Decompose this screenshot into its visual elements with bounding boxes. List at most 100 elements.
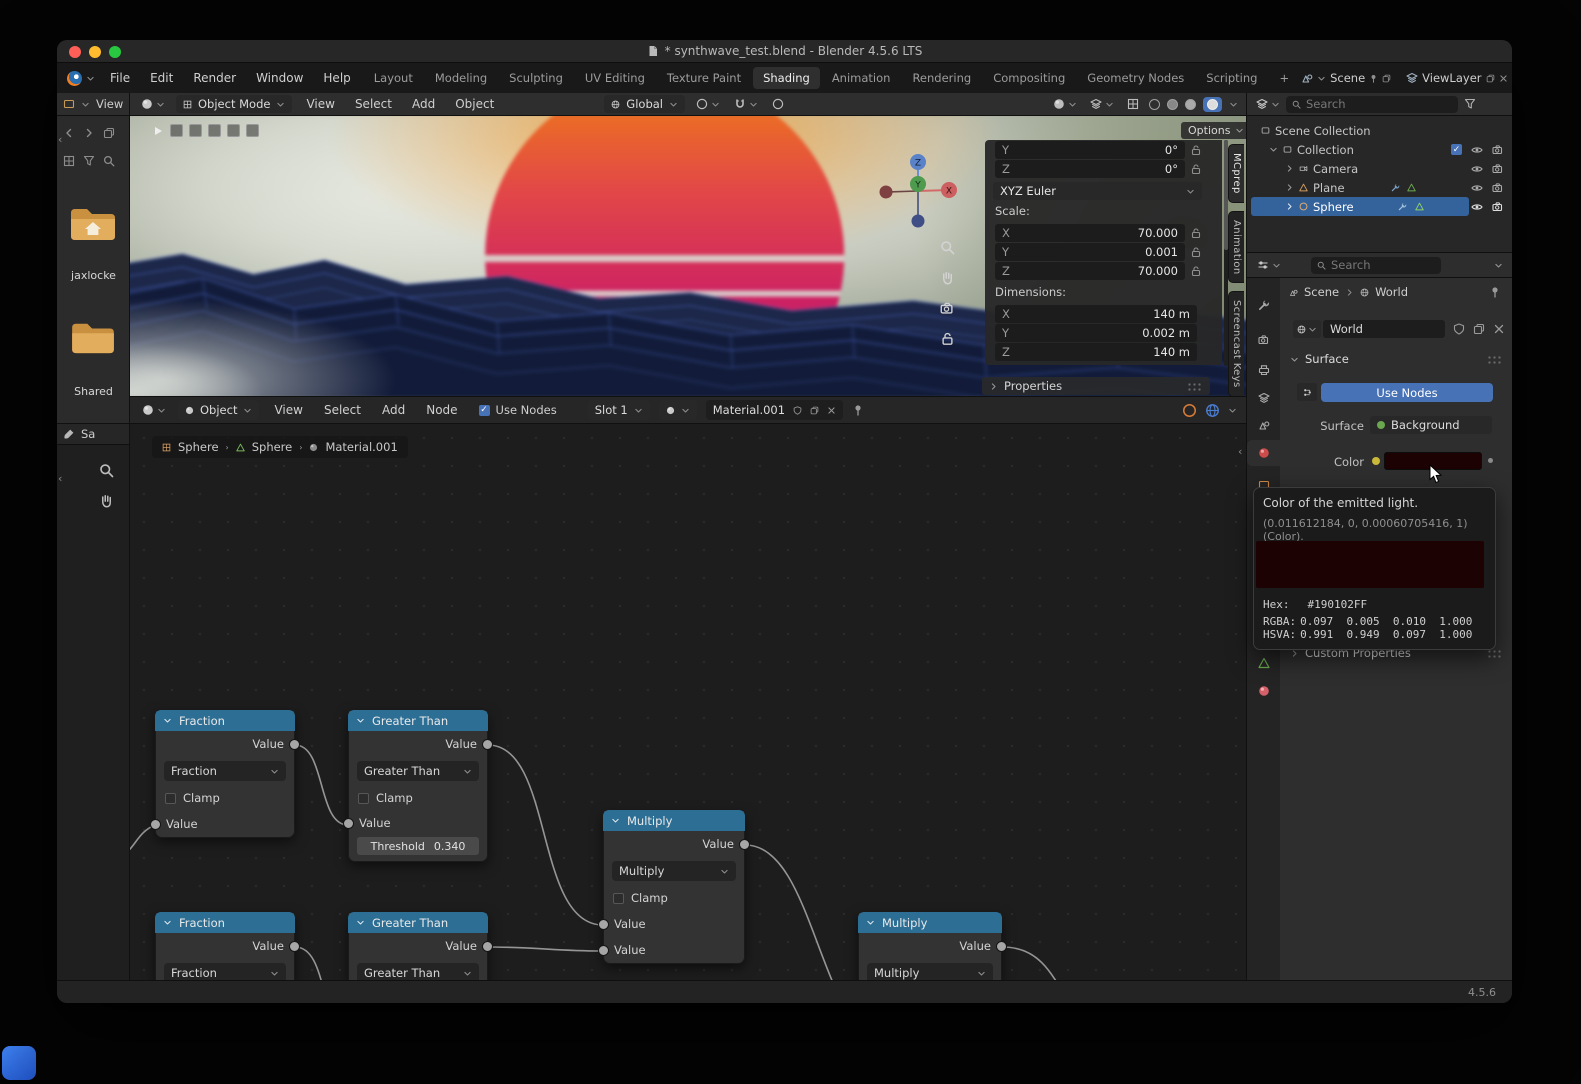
material-browse-dropdown[interactable] [659, 400, 697, 420]
clamp-checkbox[interactable] [613, 893, 624, 904]
region-collapse-icon[interactable]: ‹ [58, 472, 62, 485]
fake-user-shield-icon[interactable] [793, 406, 802, 415]
operation-dropdown[interactable]: Fraction [164, 963, 286, 980]
output-socket[interactable] [289, 739, 300, 750]
use-nodes-button[interactable]: Use Nodes [1321, 383, 1493, 402]
select-subtract-icon[interactable] [208, 124, 221, 137]
menu-help[interactable]: Help [314, 68, 359, 88]
outliner-search-input[interactable] [1306, 97, 1452, 111]
lock-icon[interactable] [1190, 227, 1202, 239]
select-invert-icon[interactable] [227, 124, 240, 137]
drag-grip-icon[interactable] [1487, 355, 1503, 364]
surface-panel-header[interactable]: Surface [1290, 352, 1503, 366]
node-header[interactable]: Fraction [155, 912, 295, 933]
menu-edit[interactable]: Edit [141, 68, 182, 88]
viewlayer-selector[interactable]: ViewLayer [1406, 71, 1507, 85]
expand-icon[interactable] [1285, 164, 1294, 173]
workspace-tab-compositing[interactable]: Compositing [983, 67, 1075, 89]
disable-render-icon[interactable] [1492, 201, 1504, 213]
scale-x-field[interactable]: X 70.000 [995, 224, 1185, 242]
workspace-tab-shading[interactable]: Shading [753, 67, 820, 89]
pin-scene-icon[interactable] [1369, 74, 1378, 83]
rotation-z-field[interactable]: Z 0° [995, 160, 1185, 178]
workspace-tab-sculpting[interactable]: Sculpting [499, 67, 573, 89]
brush-icon[interactable] [63, 428, 75, 440]
output-socket[interactable] [482, 941, 493, 952]
shader-type-dropdown[interactable]: Object [178, 400, 259, 420]
minimize-window-button[interactable] [89, 46, 101, 58]
tab-view-layer[interactable] [1247, 385, 1280, 411]
dimension-z-field[interactable]: Z 140 m [995, 343, 1197, 361]
output-socket[interactable] [482, 739, 493, 750]
viewport-lock-icon[interactable] [940, 331, 955, 346]
tab-world[interactable] [1247, 440, 1280, 466]
display-grid-icon[interactable] [63, 155, 75, 167]
world-browse-dropdown[interactable] [1293, 320, 1321, 338]
outliner-row-scene-collection[interactable]: Scene Collection [1247, 121, 1512, 140]
folder-jaxlocke-label[interactable]: jaxlocke [57, 269, 130, 282]
lock-icon[interactable] [1190, 163, 1202, 175]
collapse-icon[interactable] [356, 716, 365, 725]
proportional-edit-icon[interactable] [769, 94, 787, 114]
viewport-menu-object[interactable]: Object [449, 95, 500, 113]
options-dropdown[interactable]: Options [1181, 122, 1246, 139]
dock-app-icon[interactable] [2, 1046, 36, 1080]
workspace-tab-texture-paint[interactable]: Texture Paint [657, 67, 751, 89]
collection-checkbox[interactable]: ✓ [1451, 144, 1462, 155]
options-chevron-icon[interactable] [1494, 261, 1503, 270]
surface-value-dropdown[interactable]: Background [1370, 416, 1492, 434]
breadcrumb-world[interactable]: World [1375, 285, 1408, 299]
hide-eye-icon[interactable] [1471, 163, 1483, 175]
remove-viewlayer-icon[interactable] [1499, 74, 1508, 83]
tab-render[interactable] [1247, 327, 1280, 353]
region-collapse-icon[interactable]: ‹ [58, 133, 62, 146]
workspace-tab-geometry-nodes[interactable]: Geometry Nodes [1077, 67, 1194, 89]
operation-dropdown[interactable]: Greater Than [357, 963, 479, 980]
copy-material-icon[interactable] [810, 406, 819, 415]
overlays-button[interactable] [1087, 94, 1117, 114]
play-tool-icon[interactable] [152, 125, 164, 137]
lock-icon[interactable] [1190, 246, 1202, 258]
folder-jaxlocke[interactable] [69, 205, 117, 245]
nav-parent-icon[interactable] [103, 127, 115, 139]
node-greater-than-1[interactable]: Greater Than Value Greater Than Clamp Va… [348, 711, 488, 862]
collapse-icon[interactable] [611, 816, 620, 825]
copy-world-icon[interactable] [1473, 323, 1485, 335]
collapse-icon[interactable] [163, 716, 172, 725]
add-workspace-button[interactable]: + [1269, 67, 1299, 89]
tab-material[interactable] [1247, 678, 1280, 704]
viewport-menu-select[interactable]: Select [349, 95, 398, 113]
disable-render-icon[interactable] [1492, 144, 1504, 156]
node-multiply-2[interactable]: Multiply Value Multiply [858, 913, 1002, 980]
fake-user-shield-icon[interactable] [1453, 323, 1465, 335]
scale-z-field[interactable]: Z 70.000 [995, 262, 1185, 280]
snap-magnet-icon[interactable] [731, 94, 761, 114]
viewport-menu-view[interactable]: View [300, 95, 340, 113]
rotation-mode-dropdown[interactable]: XYZ Euler [993, 182, 1202, 200]
input-socket[interactable] [598, 919, 609, 930]
sidebar-tab-screencast-keys[interactable]: Screencast Keys [1228, 291, 1244, 396]
operation-dropdown[interactable]: Fraction [164, 761, 286, 781]
sidebar-tab-animation[interactable]: Animation [1228, 211, 1244, 284]
blender-app-menu[interactable] [67, 71, 95, 86]
select-intersect-icon[interactable] [246, 124, 259, 137]
shader-node-canvas[interactable]: Sphere › Sphere › Material.001 [130, 424, 1246, 980]
background-world-icon[interactable] [1205, 403, 1220, 418]
zoom-window-button[interactable] [109, 46, 121, 58]
properties-search-input[interactable] [1331, 258, 1435, 272]
expand-icon[interactable] [1269, 145, 1278, 154]
lock-icon[interactable] [1190, 265, 1202, 277]
outliner-row-collection[interactable]: Collection ✓ [1247, 140, 1512, 159]
save-label-clipped[interactable]: Sa [81, 427, 95, 441]
shading-material-icon[interactable] [1185, 99, 1196, 110]
collapse-icon[interactable] [356, 918, 365, 927]
clamp-checkbox[interactable] [165, 793, 176, 804]
tab-tool[interactable] [1247, 292, 1280, 318]
material-name-field[interactable]: Material.001 [706, 400, 843, 420]
clamp-checkbox[interactable] [358, 793, 369, 804]
output-socket[interactable] [996, 941, 1007, 952]
decorator-dot-icon[interactable] [1488, 458, 1493, 463]
breadcrumb-scene[interactable]: Scene [1304, 285, 1339, 299]
nav-back-icon[interactable] [63, 127, 75, 139]
hide-eye-icon[interactable] [1471, 201, 1483, 213]
